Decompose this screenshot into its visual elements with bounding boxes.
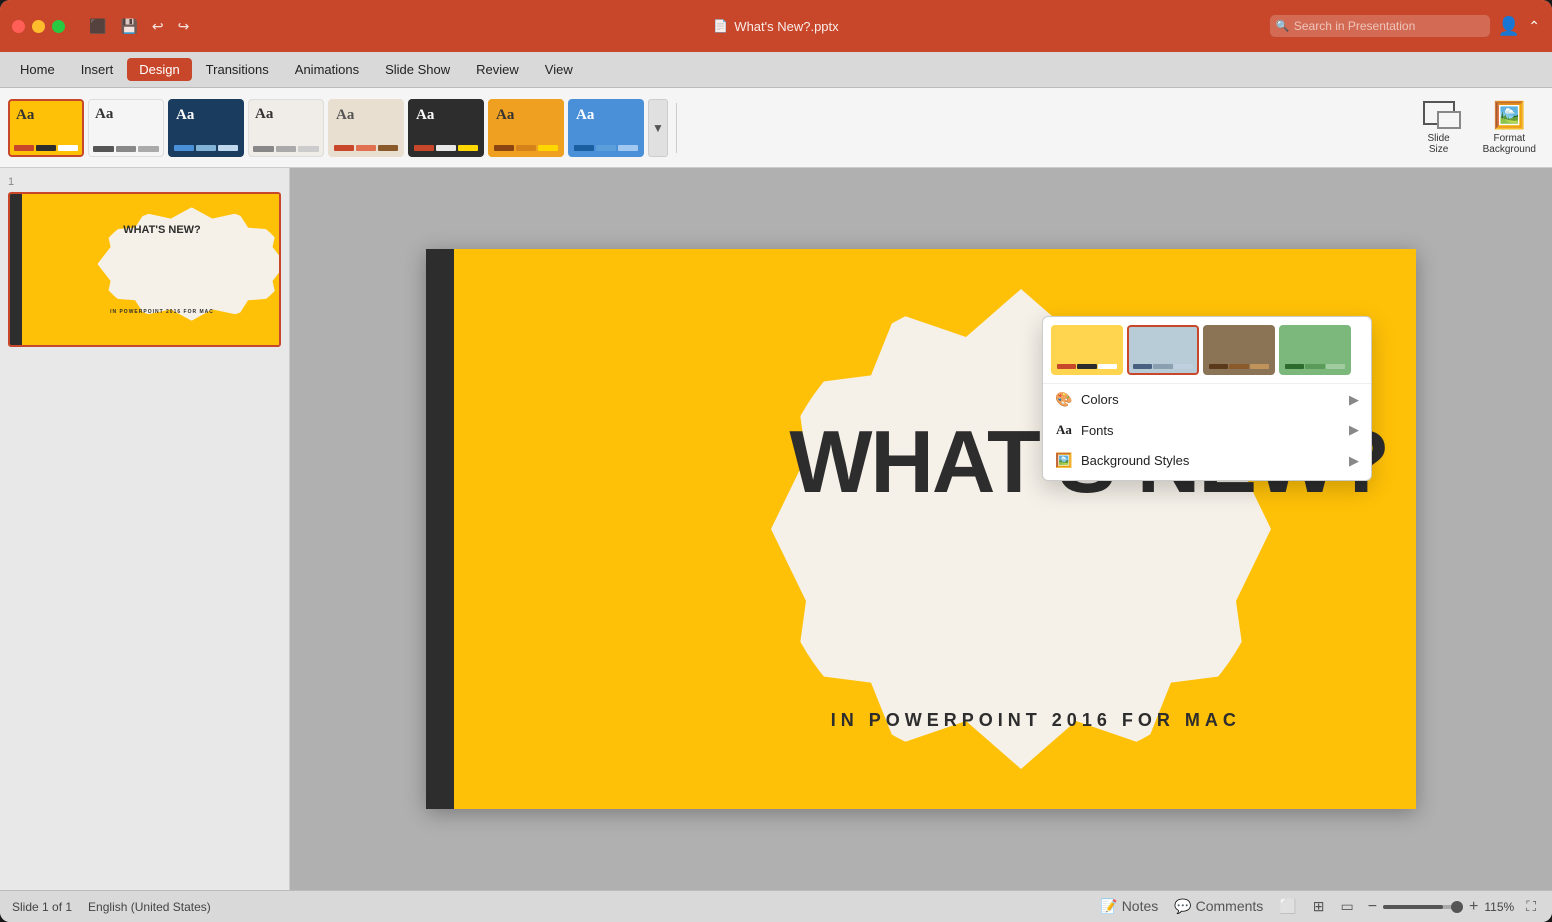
zoom-in-button[interactable]: + — [1467, 898, 1480, 916]
search-input[interactable] — [1270, 15, 1490, 37]
titlebar: ⬛ 💾 ↩ ↪ 📄 What's New?.pptx 🔍 👤 ⌃ — [0, 0, 1552, 52]
zoom-slider[interactable] — [1383, 905, 1463, 909]
variant-thumb-2[interactable] — [1127, 325, 1199, 375]
close-button[interactable] — [12, 20, 25, 33]
ribbon: Aa Aa Aa Aa — [0, 88, 1552, 168]
theme-thumb-4[interactable]: Aa — [248, 99, 324, 157]
slide-thumbnail[interactable]: WHAT'S NEW? IN POWERPOINT 2016 FOR MAC — [8, 192, 281, 347]
menu-slideshow[interactable]: Slide Show — [373, 58, 462, 81]
colors-arrow-icon: ▶ — [1349, 392, 1359, 408]
toolbar-icons: ⬛ 💾 ↩ ↪ — [85, 16, 193, 37]
menu-home[interactable]: Home — [8, 58, 67, 81]
slide-subtitle: IN POWERPOINT 2016 FOR MAC — [831, 710, 1241, 731]
menu-insert[interactable]: Insert — [69, 58, 126, 81]
slide-panel: 1 WHAT'S NEW? IN POWERPOINT 2016 FOR MAC — [0, 168, 290, 890]
theme-thumb-1[interactable]: Aa — [8, 99, 84, 157]
menu-view[interactable]: View — [533, 58, 585, 81]
slide-stripe — [426, 249, 454, 809]
comments-icon: 💬 — [1174, 898, 1191, 914]
theme-thumb-6[interactable]: Aa — [408, 99, 484, 157]
redo-icon[interactable]: ↪ — [174, 16, 194, 37]
titlebar-title-area: 📄 What's New?.pptx — [713, 19, 838, 34]
colors-menu-item[interactable]: 🎨 Colors ▶ — [1043, 384, 1371, 415]
theme-thumb-8[interactable]: Aa — [568, 99, 644, 157]
traffic-lights — [12, 20, 65, 33]
language-info: English (United States) — [88, 900, 211, 914]
zoom-slider-fill — [1383, 905, 1443, 909]
app-window: ⬛ 💾 ↩ ↪ 📄 What's New?.pptx 🔍 👤 ⌃ Home In… — [0, 0, 1552, 922]
ribbon-actions: SlideSize 🖼️ FormatBackground — [1415, 96, 1544, 159]
zoom-control: − + 115% — [1366, 898, 1515, 916]
bg-styles-arrow-icon: ▶ — [1349, 453, 1359, 469]
search-icon: 🔍 — [1276, 20, 1290, 33]
menubar: Home Insert Design Transitions Animation… — [0, 52, 1552, 88]
fonts-menu-item[interactable]: Aa Fonts ▶ — [1043, 415, 1371, 445]
theme-thumb-7[interactable]: Aa — [488, 99, 564, 157]
slide-size-button[interactable]: SlideSize — [1415, 97, 1463, 159]
menu-animations[interactable]: Animations — [283, 58, 371, 81]
notes-icon: 📝 — [1100, 898, 1117, 914]
fonts-label: Fonts — [1081, 423, 1114, 438]
fonts-icon: Aa — [1055, 422, 1073, 438]
file-type-icon: 📄 — [713, 19, 728, 33]
bg-styles-icon: 🖼️ — [1055, 452, 1073, 469]
fonts-arrow-icon: ▶ — [1349, 422, 1359, 438]
colors-icon: 🎨 — [1055, 391, 1073, 408]
menu-design[interactable]: Design — [127, 58, 191, 81]
search-wrapper: 🔍 — [1270, 15, 1490, 37]
file-icon[interactable]: ⬛ — [85, 16, 110, 37]
menu-transitions[interactable]: Transitions — [194, 58, 281, 81]
maximize-button[interactable] — [52, 20, 65, 33]
comments-button[interactable]: 💬 Comments — [1170, 896, 1267, 917]
theme-dropdown-popup: 🎨 Colors ▶ Aa Fonts ▶ 🖼️ Background Styl… — [1042, 316, 1372, 481]
undo-icon[interactable]: ↩ — [148, 16, 168, 37]
statusbar: Slide 1 of 1 English (United States) 📝 N… — [0, 890, 1552, 922]
more-themes-button[interactable]: ▼ — [648, 99, 668, 157]
window-title: What's New?.pptx — [734, 19, 838, 34]
slide-number: 1 — [8, 176, 281, 188]
ribbon-divider — [676, 103, 677, 153]
variant-thumb-1[interactable] — [1051, 325, 1123, 375]
slide-info: Slide 1 of 1 — [12, 900, 72, 914]
slide-size-label: SlideSize — [1428, 133, 1450, 155]
expand-icon[interactable]: ⌃ — [1528, 18, 1540, 35]
slide-size-icon — [1423, 101, 1455, 125]
theme-thumb-3[interactable]: Aa — [168, 99, 244, 157]
person-icon[interactable]: 👤 — [1498, 16, 1520, 37]
slide-thumb-subtitle: IN POWERPOINT 2016 FOR MAC — [58, 309, 265, 315]
reading-view-button[interactable]: ▭ — [1336, 896, 1357, 917]
zoom-value: 115% — [1484, 900, 1514, 914]
slide-sorter-button[interactable]: ⊞ — [1309, 896, 1329, 917]
menu-review[interactable]: Review — [464, 58, 531, 81]
zoom-knob — [1451, 901, 1463, 913]
statusbar-right: 📝 Notes 💬 Comments ⬜ ⊞ ▭ − + 115% ⛶ — [1096, 896, 1540, 917]
main-area: 1 WHAT'S NEW? IN POWERPOINT 2016 FOR MAC… — [0, 168, 1552, 890]
comments-label: Comments — [1196, 898, 1264, 914]
format-bg-icon: 🖼️ — [1493, 100, 1525, 131]
bg-styles-label: Background Styles — [1081, 453, 1189, 468]
zoom-out-button[interactable]: − — [1366, 898, 1379, 916]
titlebar-right: 🔍 👤 ⌃ — [1270, 15, 1540, 37]
variant-thumb-3[interactable] — [1203, 325, 1275, 375]
canvas-area: WHAT'S NEW? IN POWERPOINT 2016 FOR MAC — [290, 168, 1552, 890]
minimize-button[interactable] — [32, 20, 45, 33]
notes-label: Notes — [1122, 898, 1159, 914]
bg-styles-menu-item[interactable]: 🖼️ Background Styles ▶ — [1043, 445, 1371, 476]
save-icon[interactable]: 💾 — [116, 16, 141, 37]
variant-thumb-4[interactable] — [1279, 325, 1351, 375]
slide-thumb-title: WHAT'S NEW? — [58, 224, 265, 236]
format-background-button[interactable]: 🖼️ FormatBackground — [1475, 96, 1544, 159]
notes-button[interactable]: 📝 Notes — [1096, 896, 1162, 917]
theme-thumb-2[interactable]: Aa — [88, 99, 164, 157]
dropdown-themes-row — [1043, 317, 1371, 384]
theme-thumb-5[interactable]: Aa — [328, 99, 404, 157]
format-bg-label: FormatBackground — [1483, 133, 1536, 155]
fit-to-window-button[interactable]: ⛶ — [1522, 896, 1540, 917]
colors-label: Colors — [1081, 392, 1119, 407]
normal-view-button[interactable]: ⬜ — [1275, 896, 1300, 917]
